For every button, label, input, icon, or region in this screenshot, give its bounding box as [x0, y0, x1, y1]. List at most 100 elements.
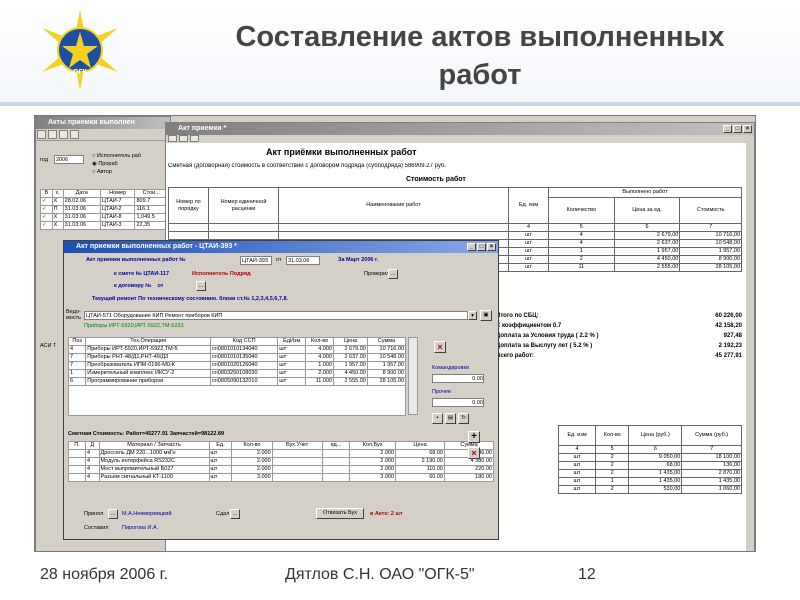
print-icon[interactable]: ▤ — [445, 413, 456, 424]
col-header[interactable]: Код ССП — [210, 337, 279, 346]
slide-title: Составление актов выполненных работ — [190, 18, 770, 94]
act-edit-window: Акт приемки выполненных работ - ЦТАИ-393… — [63, 240, 499, 540]
col-header[interactable]: Цена — [333, 337, 368, 346]
table-row[interactable]: 4 Мост выпрямительный Б027 шт 2.000 2.000 110… — [68, 465, 494, 474]
accepted-lookup-button[interactable]: … — [108, 509, 118, 519]
contract-line: Сметная (договорная) стоимость в соответ… — [168, 163, 447, 169]
accepted-label: Принял — [84, 511, 104, 517]
table-cell[interactable]: ✓ — [40, 213, 53, 222]
table-row[interactable]: ✓ Х 28.02.06 ЦТАИ-7 809.7 — [40, 197, 168, 206]
table-cell: П — [51, 205, 64, 214]
contract-lookup-button[interactable]: … — [196, 281, 206, 291]
act-print-titlebar[interactable]: Акт приемки * _ □ × — [166, 123, 754, 135]
radio-foreman[interactable]: ◉ Прораб — [92, 161, 118, 167]
operations-scrollbar[interactable] — [408, 337, 418, 415]
close-button[interactable]: × — [743, 125, 752, 133]
col-header[interactable]: Тех.Операция — [85, 337, 212, 346]
cost-header: Стоимость работ — [406, 176, 466, 183]
col-header[interactable]: х. — [51, 189, 64, 198]
table-row: шт 1 1 435,00 1 435,00 — [557, 477, 742, 486]
col-header[interactable]: Кол-во — [305, 337, 335, 346]
passed-lookup-button[interactable]: … — [230, 509, 240, 519]
slide-title-line2: работ — [438, 59, 522, 91]
minimize-button[interactable]: _ — [467, 243, 476, 251]
folder-icon[interactable]: ▣ — [480, 310, 492, 321]
footer-author: Дятлов С.Н. ОАО "ОГК-5" — [285, 566, 475, 583]
export-icon[interactable] — [190, 135, 199, 142]
table-row[interactable]: 4 Модуль интерфейса RS232C шт 2.000 2.000 2 1… — [68, 457, 494, 466]
table-row[interactable]: 4 Дроссель ДМ 220...1000 мкГн шт 2.000 2.000… — [68, 449, 494, 458]
col-header[interactable]: Дата — [62, 189, 101, 198]
year-select[interactable]: 2006 — [54, 155, 84, 164]
col-header[interactable]: ЕдИзм — [277, 337, 307, 346]
print-icon[interactable] — [59, 130, 68, 139]
delete-row-icon[interactable]: × — [434, 341, 446, 353]
table-row[interactable]: 7 Преобразователь ИПМ-0196-М0-К сп08010201… — [67, 361, 407, 370]
table-cell: 22,35 — [134, 221, 168, 230]
table-row[interactable]: ✓ Х 31.03.06 ЦТАИ-3 22,35 — [40, 221, 168, 230]
act-print-title: Акт приемки * — [178, 125, 227, 132]
table-row: шт 2 9 050,00 18 100,00 — [557, 453, 742, 462]
table-cell: Х — [51, 213, 64, 222]
open-icon[interactable] — [48, 130, 57, 139]
table-row: шт 2 68,00 136,00 — [557, 461, 742, 470]
maximize-button[interactable]: □ — [733, 125, 742, 133]
table-row[interactable]: ✓ Х 31.03.06 ЦТАИ-8 1,049.5 — [40, 213, 168, 222]
table-cell: ЦТАИ-8 — [99, 213, 136, 222]
contract-label: к договору № от — [114, 283, 164, 289]
table-cell[interactable]: ✓ — [40, 221, 53, 230]
side-label: АСИ Т — [40, 343, 57, 349]
table-row[interactable]: 4 Разъем сигнальный КТ-1100 шт 3.000 3.000 60… — [68, 473, 494, 482]
operations-header: Поз Тех.Операция Код ССП ЕдИзм Кол-во Це… — [67, 337, 407, 346]
table-row[interactable]: ✓ П 31.03.06 ЦТАИ-2 116.1 — [40, 205, 168, 214]
komandirovki-label: Командировки — [432, 365, 469, 371]
unlink-buh-button[interactable]: Отвязать Бух — [316, 508, 364, 519]
acts-list-toolbar — [36, 129, 170, 141]
acts-list-title: Акты приемки выполнен — [48, 119, 135, 126]
table-cell: 1,049.5 — [134, 213, 168, 222]
filter-icon[interactable] — [70, 130, 79, 139]
table-row[interactable]: 1 Измерительный комплекс ИКСУ-2 сп08032501… — [67, 369, 407, 378]
radio-author[interactable]: ○ Автор — [92, 169, 112, 175]
footer-date: 28 ноября 2006 г. — [40, 566, 168, 583]
app-screenshot: Акты приемки выполнен год 2006 ○ Исполни… — [34, 115, 756, 552]
col-header[interactable]: Поз — [67, 337, 87, 346]
save-icon[interactable]: ▪ — [432, 413, 443, 424]
chevron-down-icon[interactable]: ▾ — [468, 311, 477, 320]
maximize-button[interactable]: □ — [477, 243, 486, 251]
col-number: 7 — [679, 223, 742, 232]
table-cell[interactable]: ✓ — [40, 205, 53, 214]
table-row: шт 2 530,00 1 060,00 — [557, 485, 742, 494]
acts-list-titlebar[interactable]: Акты приемки выполнен — [36, 117, 170, 129]
totals-block: Итого по СБЦ: 60 226,00 С коэффициентом 0… — [496, 313, 742, 363]
vedom-select[interactable]: ЦТАИ-571 Оборудование КИП Ремонт приборо… — [84, 311, 468, 320]
accepted-value: М.А.Невмержицкий — [122, 511, 172, 517]
komandirovki-field[interactable]: 0.00 — [432, 374, 484, 383]
logo-text: ОГК — [73, 69, 87, 76]
prochee-field[interactable]: 0.00 — [432, 398, 484, 407]
refresh-icon[interactable]: ↻ — [458, 413, 469, 424]
table-cell[interactable]: ✓ — [40, 197, 53, 206]
total-row: Всего работ: 45 277,91 — [496, 353, 742, 359]
col-header[interactable]: Номер — [99, 189, 136, 198]
table-row[interactable]: 6 Программирование приборов сп080509013201… — [67, 377, 407, 386]
act-number-field[interactable]: ЦТАИ-393 — [240, 256, 272, 265]
col-header[interactable]: Стои... — [134, 189, 168, 198]
minimize-button[interactable]: _ — [723, 125, 732, 133]
new-doc-icon[interactable] — [37, 130, 46, 139]
close-button[interactable]: × — [487, 243, 496, 251]
table-row[interactable]: 4 Приборы ИРТ-5920,ИРТ-5922,ТМ-5 сп0801010… — [67, 345, 407, 354]
checked-lookup-button[interactable]: … — [388, 269, 398, 279]
materials-header: П. Д Материал / Запчасть Ед. Кол-во Бух.Учет е… — [68, 441, 494, 450]
col-header[interactable]: Сумма — [366, 337, 407, 346]
print-icon[interactable] — [168, 135, 177, 142]
save-icon[interactable] — [179, 135, 188, 142]
act-edit-titlebar[interactable]: Акт приемки выполненных работ - ЦТАИ-393… — [64, 241, 498, 253]
table-row[interactable]: 7 Приборы РНТ-48/Д1,РНТ-49/Д3 сп0801010135… — [67, 353, 407, 362]
table-cell: 28.02.06 — [62, 197, 101, 206]
col-header[interactable]: В — [40, 189, 53, 198]
delete-material-icon[interactable]: × — [468, 447, 480, 459]
add-material-icon[interactable]: + — [468, 431, 480, 443]
act-date-field[interactable]: 31.03.06 — [286, 256, 320, 265]
radio-executor[interactable]: ○ Исполнитель раб — [92, 153, 141, 159]
